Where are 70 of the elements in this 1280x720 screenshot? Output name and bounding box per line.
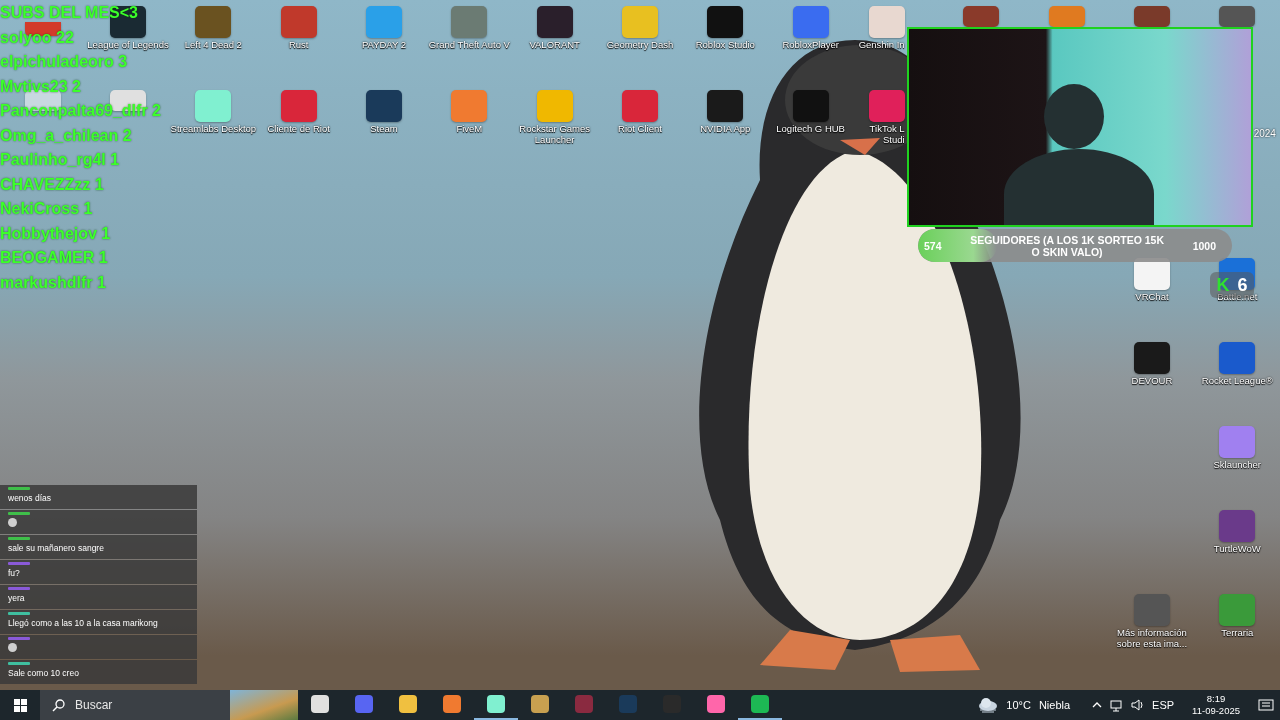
icon-label: Rust [287, 40, 310, 51]
fog-weather-icon[interactable] [978, 697, 999, 713]
icon-label: FiveM [455, 124, 484, 135]
icon-label: NVIDIA App [699, 124, 752, 135]
icon-label: Left 4 Dead 2 [183, 40, 243, 51]
chevron-up-icon[interactable] [1092, 700, 1103, 710]
clock[interactable]: 8:19 11-09-2025 [1192, 693, 1240, 717]
language-indicator[interactable]: ESP [1152, 699, 1175, 711]
emote-icon [8, 643, 17, 652]
message-text: Llegó como a las 10 a la casa marikong [8, 618, 159, 629]
icon-label: DEVOUR [1130, 376, 1174, 387]
message-text: fu? [8, 568, 21, 579]
icon-label: Terraria [1220, 628, 1255, 639]
icon-label: VALORANT [528, 40, 581, 51]
icon-label: VRChat [1134, 292, 1170, 303]
icon-label: Battle.net [1216, 292, 1259, 303]
sub-entry: Omg_a_chilean 2 [0, 128, 132, 143]
app-icon[interactable] [707, 90, 744, 122]
icon-label: PAYDAY 2 [360, 40, 408, 51]
icon-label: TikTok L Studi [868, 124, 905, 145]
weather-condition[interactable]: Niebla [1038, 699, 1071, 711]
volume-icon[interactable] [1131, 698, 1145, 712]
search-highlight-picture [230, 690, 298, 720]
icon-label: 2024 [1253, 127, 1277, 139]
icon-label: Más información sobre esta ima... [1115, 628, 1189, 649]
notifications-icon[interactable] [1258, 698, 1274, 712]
message-text: sale su mañanero sangre [8, 543, 105, 554]
message-text: wenos días [8, 493, 52, 504]
sub-entry: Mvtivs23 2 [0, 79, 81, 94]
goal-target: 1000 [1192, 239, 1216, 252]
emote-icon [8, 518, 17, 527]
sub-entry: markushdlfr 1 [0, 275, 106, 290]
goal-current: 574 [924, 239, 942, 252]
clock-date: 11-09-2025 [1192, 705, 1240, 717]
icon-label: Steam [369, 124, 399, 135]
sub-entry: Paulinho_rg4l 1 [0, 153, 120, 167]
sub-entry: elpichuladeoro 3 [0, 55, 128, 69]
clock-time: 8:19 [1206, 693, 1226, 705]
sub-entry: solyoo 22 [0, 30, 74, 45]
icon-label: Roblox Studio [694, 40, 756, 51]
icon-label: Logitech G HUB [775, 124, 846, 135]
icon-label: Streamlabs Desktop [170, 124, 257, 135]
sub-entry: Panconpalta69_dlfr 2 [0, 104, 161, 118]
icon-label: Rockstar Games Launcher [518, 124, 591, 145]
search-icon [52, 698, 65, 712]
message-text: Sale como 10 creo [8, 668, 80, 679]
network-icon[interactable] [1110, 698, 1124, 712]
weather-temperature[interactable]: 10°C [1006, 699, 1031, 711]
icon-label: TurtleWoW [1212, 544, 1262, 555]
windows-logo-icon [13, 698, 27, 712]
icon-label: Grand Theft Auto V [427, 40, 511, 51]
app-icon[interactable] [707, 6, 744, 38]
message-text: yera [8, 593, 26, 604]
sub-entry: CHAVEZZzz 1 [0, 177, 104, 192]
icon-label: Geometry Dash [605, 40, 675, 51]
sub-entry: BEOGAMER 1 [0, 251, 108, 265]
app-icon[interactable] [1133, 342, 1170, 374]
icon-label: Riot Client [617, 124, 663, 135]
icon-label: Sklauncher [1212, 460, 1263, 471]
badge-letter: K [1216, 274, 1230, 295]
search-placeholder: Buscar [75, 698, 114, 712]
app-icon[interactable] [536, 6, 573, 38]
sub-entry: Hobbythejov 1 [0, 226, 111, 241]
icon-label: Rocket League® [1200, 376, 1274, 387]
app-icon[interactable] [1219, 258, 1256, 290]
icon-label: Cliente de Riot [266, 124, 331, 135]
sub-entry: NekiCross 1 [0, 202, 93, 216]
badge-count: 6 [1237, 274, 1248, 295]
search-field[interactable]: Buscar [40, 690, 298, 720]
icon-label: League of Legends [86, 40, 170, 51]
